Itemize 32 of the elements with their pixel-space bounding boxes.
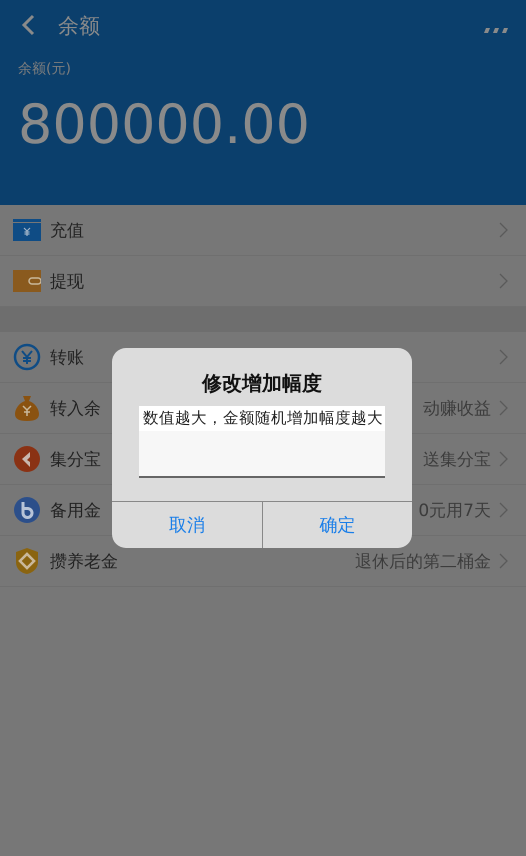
wallet-icon [13,270,41,292]
row-label: 备用金 [50,500,101,522]
row-label: 攒养老金 [50,550,118,572]
page-title: 余额 [58,13,100,40]
yuan-transfer-icon [13,343,41,371]
chevron-icon [499,349,508,365]
points-icon [13,445,41,473]
row-label: 转入余 [50,398,101,420]
chevron-icon [499,273,508,289]
row-label: 提现 [50,270,84,292]
chevron-icon [499,222,508,238]
row-detail: 0元用7天 [418,500,491,522]
row-label: 集分宝 [50,448,101,470]
balance-label: 余额(元) [18,60,72,78]
shield-icon [15,547,39,575]
chevron-icon [499,502,508,518]
input-field[interactable]: 数值越大，金额随机增加幅度越大 [139,406,385,478]
row-detail: 送集分宝 [423,448,491,470]
chevron-icon [499,400,508,416]
menu-row[interactable]: 充值 [0,205,526,256]
card-icon [13,219,41,241]
b-circle-icon [13,496,41,524]
dialog-message: 数值越大，金额随机增加幅度越大 [139,406,385,431]
row-detail: 动赚收益 [423,398,491,420]
chevron-icon [499,553,508,569]
row-label: 转账 [50,346,84,368]
balance-amount: 800000.00 [18,98,312,152]
row-detail: 退休后的第二桶金 [355,550,491,572]
money-bag-icon [13,394,41,422]
confirm-button[interactable]: 确定 [262,502,412,548]
chevron-icon [499,451,508,467]
row-label: 充值 [50,220,84,242]
